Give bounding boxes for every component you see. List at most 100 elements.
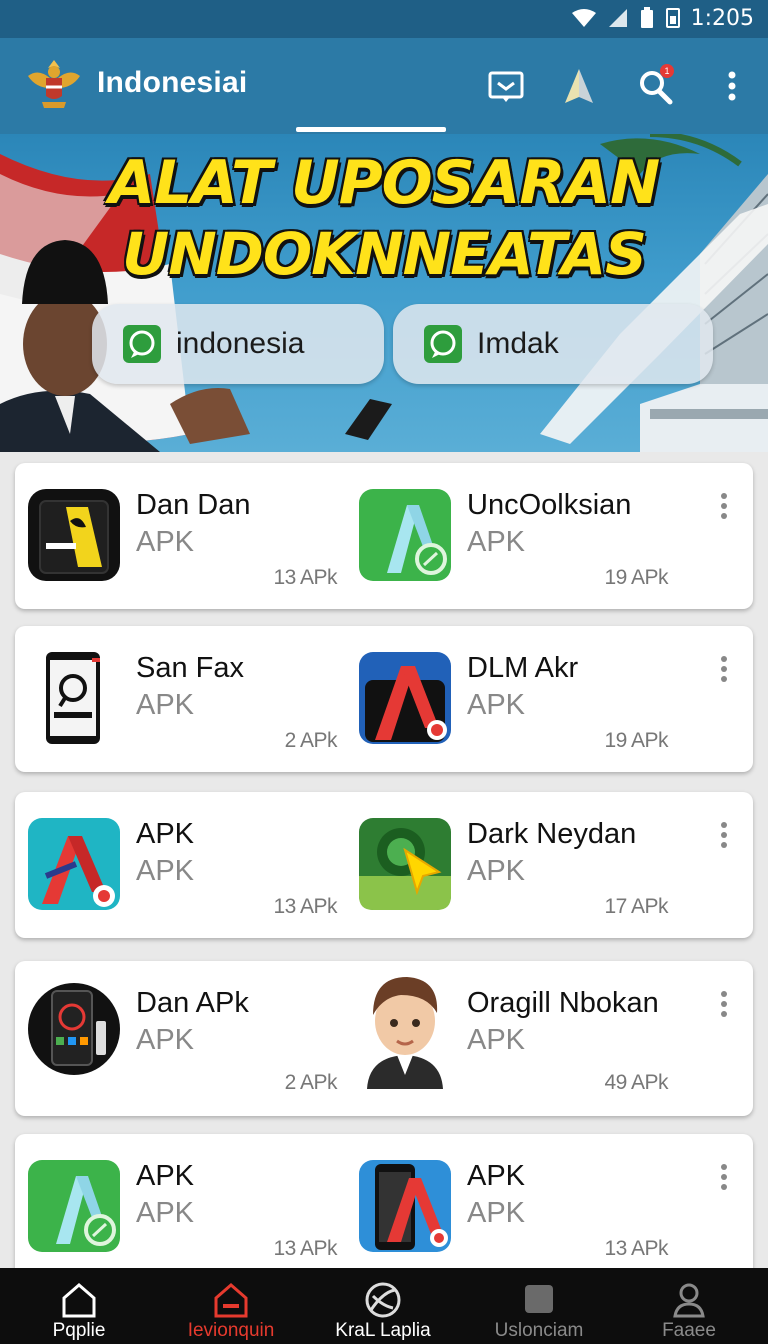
app-size: 2 APk bbox=[284, 729, 338, 752]
app-size: 13 APk bbox=[604, 1237, 668, 1260]
banner-chip-label: indonesia bbox=[176, 327, 305, 360]
app-green-a-icon bbox=[359, 489, 451, 581]
profile-icon bbox=[673, 1283, 705, 1318]
app-name: APK bbox=[136, 818, 195, 850]
app-type: APK bbox=[467, 1197, 526, 1229]
status-icons: 1:205 bbox=[571, 5, 754, 31]
more-vert-icon[interactable] bbox=[713, 820, 735, 850]
avatar-icon bbox=[367, 977, 443, 1089]
app-item[interactable]: APK APK 13 APk bbox=[346, 1134, 676, 1268]
app-size: 19 APk bbox=[604, 729, 668, 752]
app-name: Oragill Nbokan bbox=[467, 987, 659, 1019]
promo-banner[interactable]: ALAT UPOSARAN UNDOKNNEATAS indonesia Imd… bbox=[0, 134, 768, 452]
app-item[interactable]: APK APK 13 APk bbox=[15, 1134, 345, 1268]
app-card: APK APK 13 APk APK APK 13 APk bbox=[15, 1134, 753, 1268]
app-type: APK bbox=[136, 689, 195, 721]
app-bar: Indonesiai 1 bbox=[0, 38, 768, 134]
app-item[interactable]: Dan APk APK 2 APk bbox=[15, 961, 345, 1107]
search-button[interactable]: 1 bbox=[634, 64, 678, 108]
nav-item-profile[interactable]: Faaee bbox=[612, 1268, 766, 1344]
nav-item-square[interactable]: Uslonciam bbox=[462, 1268, 616, 1344]
nav-item-globe[interactable]: KraL Laplia bbox=[306, 1268, 460, 1344]
wifi-icon bbox=[571, 9, 596, 27]
app-type: APK bbox=[467, 689, 526, 721]
app-type: APK bbox=[467, 1024, 526, 1056]
app-item[interactable]: APK APK 13 APk bbox=[15, 792, 345, 938]
signal-icon bbox=[608, 9, 627, 27]
app-teal-a-icon bbox=[28, 818, 120, 910]
message-button[interactable] bbox=[484, 64, 528, 108]
nav-label: Faaee bbox=[662, 1320, 716, 1341]
app-blue-phone-icon bbox=[359, 1160, 451, 1252]
navigate-button[interactable] bbox=[557, 64, 601, 108]
nav-label: KraL Laplia bbox=[335, 1320, 431, 1341]
more-vert-icon[interactable] bbox=[713, 989, 735, 1019]
garuda-logo-icon bbox=[28, 60, 80, 108]
more-vert-icon[interactable] bbox=[713, 654, 735, 684]
phone-dark-icon bbox=[28, 489, 120, 581]
app-type: APK bbox=[467, 855, 526, 887]
app-name: APK bbox=[467, 1160, 526, 1192]
search-badge: 1 bbox=[660, 64, 674, 78]
more-vert-icon[interactable] bbox=[713, 491, 735, 521]
app-name: DLM Akr bbox=[467, 652, 579, 684]
app-title: Indonesiai bbox=[97, 66, 248, 99]
nav-item-home[interactable]: Pqplie bbox=[2, 1268, 156, 1344]
banner-chip-label: Imdak bbox=[477, 327, 559, 360]
nav-label: Ievionquin bbox=[187, 1320, 275, 1341]
app-name: Dan APk bbox=[136, 987, 249, 1019]
home-icon bbox=[62, 1283, 96, 1318]
app-card: Dan Dan APK 13 APk UncOolksian APK 19 AP… bbox=[15, 463, 753, 609]
app-size: 49 APk bbox=[604, 1071, 668, 1094]
tab-indicator bbox=[296, 127, 446, 132]
phone-white-icon bbox=[46, 652, 100, 744]
bottom-navigation: Pqplie Ievionquin KraL Laplia Uslonciam … bbox=[0, 1268, 768, 1344]
app-item[interactable]: UncOolksian APK 19 APk bbox=[346, 463, 676, 609]
app-green-cursor-icon bbox=[359, 818, 451, 910]
app-name: Dan Dan bbox=[136, 489, 251, 521]
app-size: 19 APk bbox=[604, 566, 668, 589]
banner-chip-indonesia[interactable]: indonesia bbox=[92, 304, 384, 384]
banner-chip-imdak[interactable]: Imdak bbox=[393, 304, 713, 384]
app-item[interactable]: DLM Akr APK 19 APk bbox=[346, 626, 676, 772]
square-icon bbox=[525, 1285, 553, 1313]
app-card: Dan APk APK 2 APk Oragill Nbokan APK 49 … bbox=[15, 961, 753, 1116]
app-size: 2 APk bbox=[284, 1071, 338, 1094]
app-name: Dark Neydan bbox=[467, 818, 637, 850]
message-icon bbox=[488, 71, 524, 102]
app-type: APK bbox=[467, 526, 526, 558]
app-list: Dan Dan APK 13 APk UncOolksian APK 19 AP… bbox=[0, 452, 768, 1268]
app-name: San Fax bbox=[136, 652, 244, 684]
app-card: San Fax APK 2 APk DLM Akr APK 19 APk bbox=[15, 626, 753, 772]
app-name: APK bbox=[136, 1160, 195, 1192]
banner-headline-line1: ALAT UPOSARAN bbox=[108, 148, 660, 218]
app-green-a-icon bbox=[28, 1160, 120, 1252]
navigate-icon bbox=[565, 69, 593, 103]
app-item[interactable]: Dark Neydan APK 17 APk bbox=[346, 792, 676, 938]
app-type: APK bbox=[136, 1197, 195, 1229]
more-vert-icon bbox=[728, 71, 736, 101]
more-options-button[interactable] bbox=[710, 64, 754, 108]
app-item[interactable]: Oragill Nbokan APK 49 APk bbox=[346, 961, 676, 1107]
chat-icon bbox=[424, 325, 462, 363]
app-name: UncOolksian bbox=[467, 489, 632, 521]
banner-headline-line2: UNDOKNNEATAS bbox=[122, 220, 647, 288]
nav-label: Pqplie bbox=[52, 1320, 106, 1341]
nav-item-store[interactable]: Ievionquin bbox=[154, 1268, 308, 1344]
nav-label: Uslonciam bbox=[494, 1320, 584, 1341]
app-item[interactable]: San Fax APK 2 APk bbox=[15, 626, 345, 772]
app-card: APK APK 13 APk Dark Neydan APK 17 APk bbox=[15, 792, 753, 938]
phone-round-icon bbox=[28, 983, 120, 1075]
app-blue-a-icon bbox=[359, 652, 451, 744]
status-bar: 1:205 bbox=[0, 0, 768, 38]
battery-icon bbox=[640, 7, 653, 28]
app-size: 13 APk bbox=[273, 895, 337, 918]
app-type: APK bbox=[136, 855, 195, 887]
store-icon bbox=[214, 1283, 248, 1318]
globe-icon bbox=[365, 1282, 401, 1318]
more-vert-icon[interactable] bbox=[713, 1162, 735, 1192]
sim-icon bbox=[665, 8, 680, 28]
status-time: 1:205 bbox=[690, 5, 754, 31]
app-size: 13 APk bbox=[273, 566, 337, 589]
app-item[interactable]: Dan Dan APK 13 APk bbox=[15, 463, 345, 609]
